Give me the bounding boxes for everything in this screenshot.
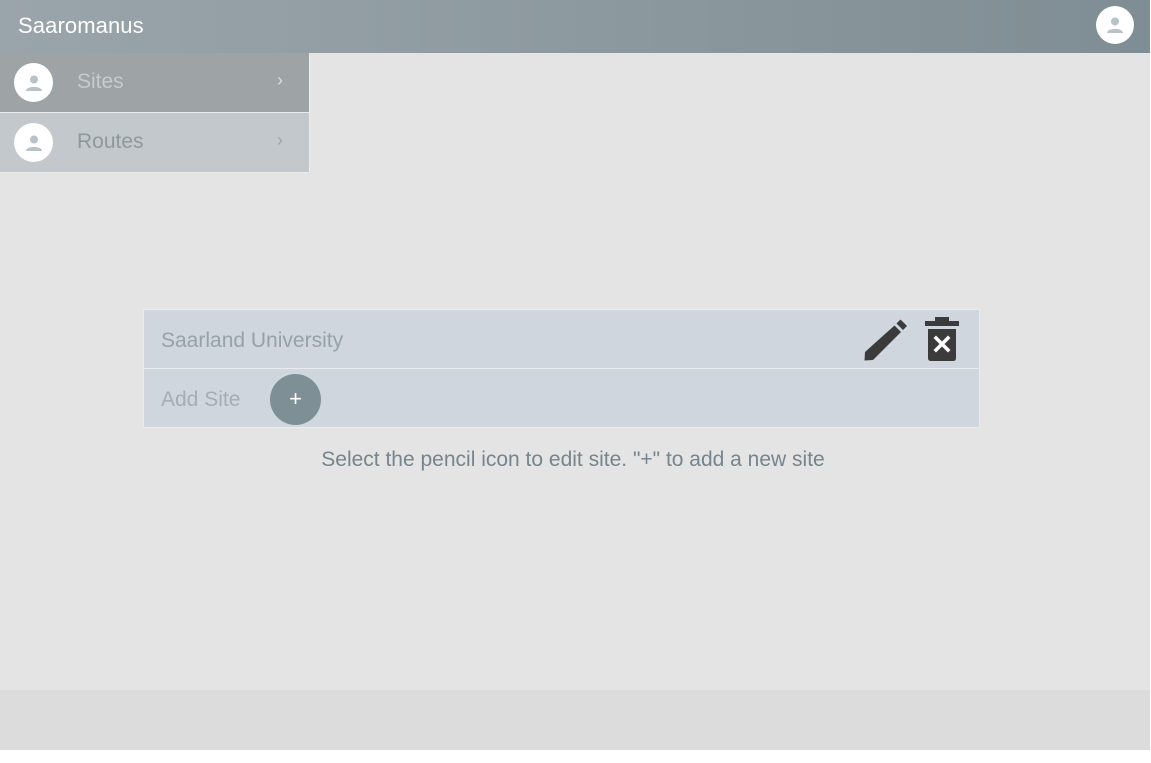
sidebar-nav: Sites › Routes ›	[0, 53, 310, 173]
trash-x-icon	[925, 317, 959, 361]
site-row: Saarland University	[143, 309, 980, 368]
footer	[0, 690, 1150, 750]
pencil-icon	[864, 319, 907, 361]
top-bar: Saaromanus	[0, 0, 1150, 53]
person-icon	[25, 135, 42, 151]
add-site-button[interactable]: +	[270, 374, 321, 425]
app-window: Saaromanus Sites › Routes › Saarland Uni…	[0, 0, 1150, 763]
edit-site-button[interactable]	[862, 315, 910, 363]
plus-icon: +	[289, 386, 302, 411]
sidebar-item-routes[interactable]: Routes ›	[0, 113, 310, 173]
nav-avatar	[14, 123, 53, 162]
bottom-edge	[0, 750, 1151, 763]
site-list: Saarland University Add Site +	[143, 309, 980, 428]
chevron-right-icon: ›	[277, 130, 283, 150]
nav-avatar	[14, 63, 53, 102]
site-name: Saarland University	[161, 329, 344, 352]
add-site-label: Add Site	[161, 388, 241, 411]
person-icon	[25, 75, 42, 91]
person-icon	[1107, 17, 1123, 33]
delete-site-button[interactable]	[922, 314, 962, 364]
sidebar-item-label: Routes	[77, 130, 144, 153]
add-site-row: Add Site +	[143, 368, 980, 428]
instruction-text: Select the pencil icon to edit site. "+"…	[321, 448, 825, 471]
user-avatar-button[interactable]	[1096, 6, 1134, 44]
sidebar-item-label: Sites	[77, 70, 124, 93]
chevron-right-icon: ›	[277, 70, 283, 90]
app-title: Saaromanus	[18, 13, 144, 38]
sidebar-item-sites[interactable]: Sites ›	[0, 53, 310, 113]
